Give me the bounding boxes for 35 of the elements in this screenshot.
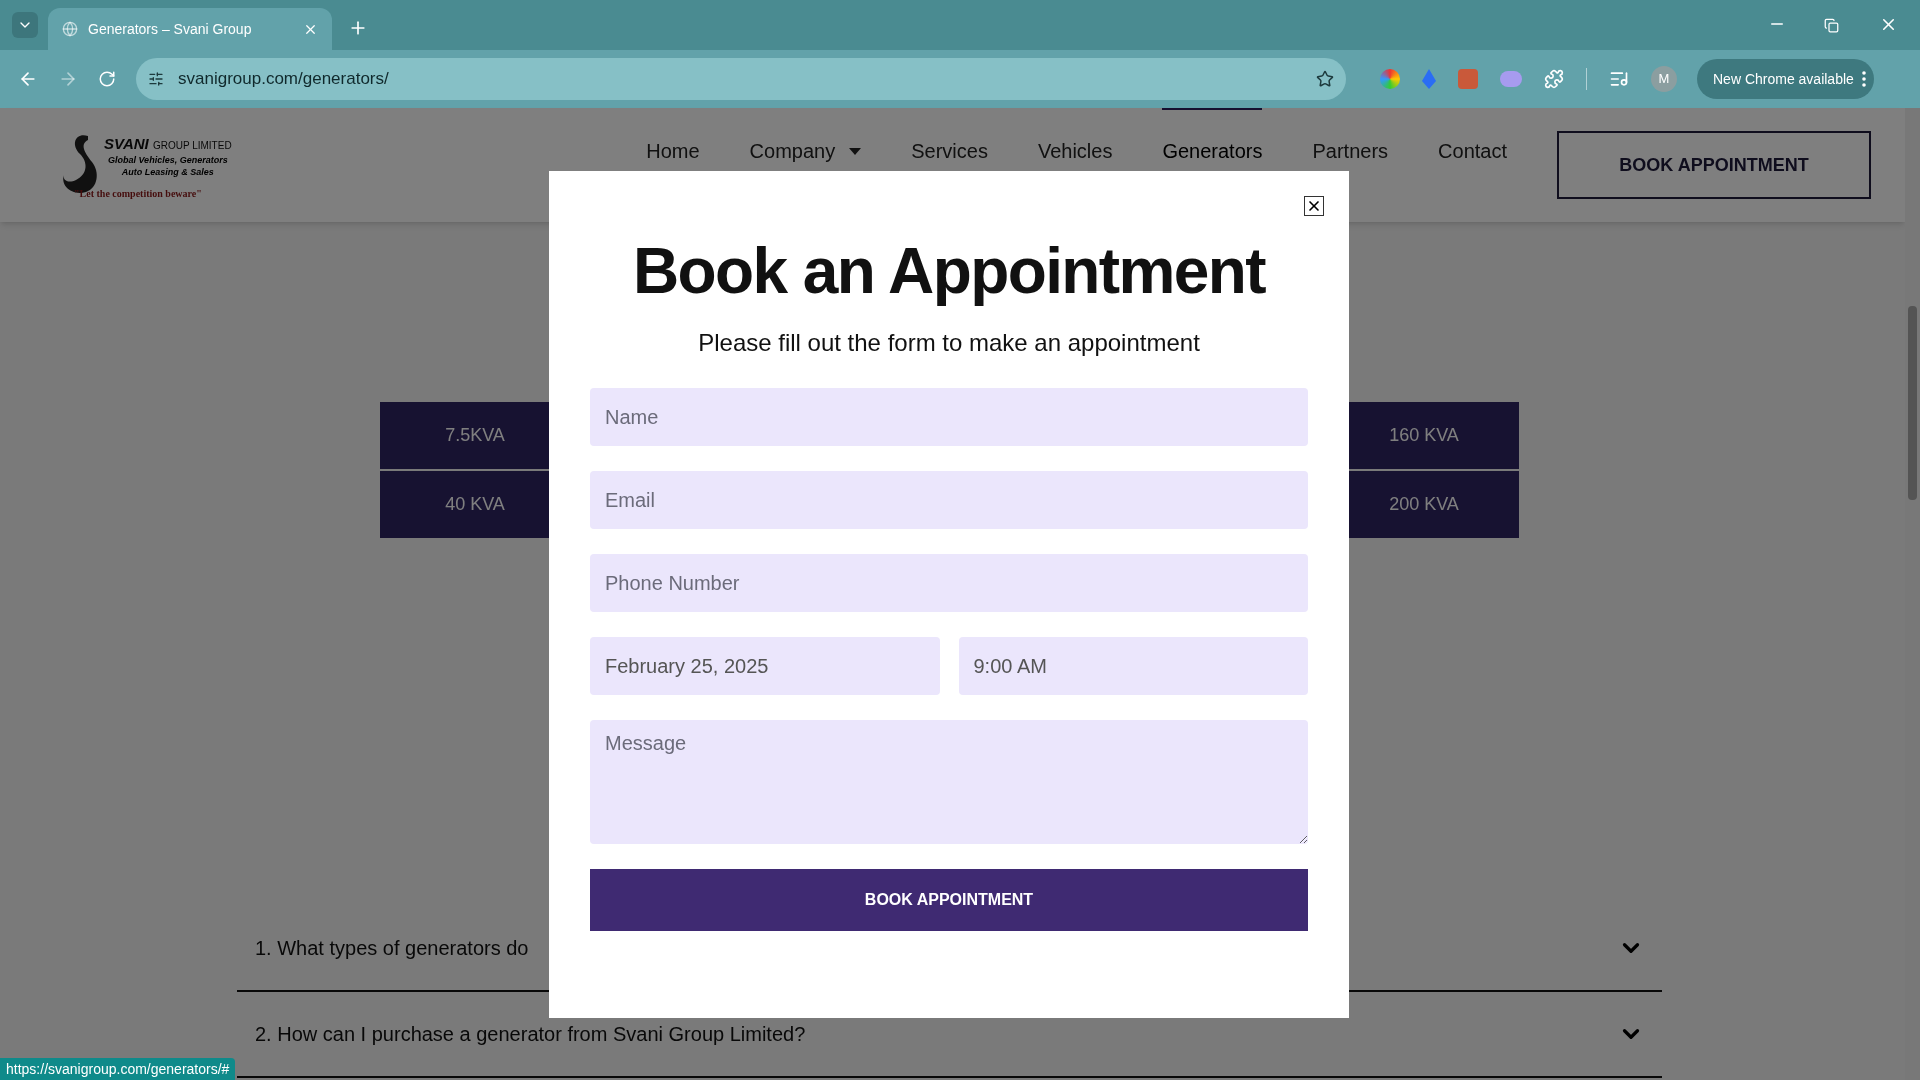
restore-icon[interactable]: [1824, 18, 1839, 33]
input-field[interactable]: Email: [590, 471, 1308, 529]
book-appointment-button[interactable]: BOOK APPOINTMENT: [1557, 131, 1871, 199]
submit-button[interactable]: BOOK APPOINTMENT: [590, 869, 1308, 931]
media-control-icon[interactable]: [1609, 69, 1629, 89]
message-field[interactable]: Message: [590, 720, 1308, 844]
reload-icon[interactable]: [98, 70, 116, 88]
more-icon: [1861, 71, 1866, 87]
extension-icon[interactable]: [1380, 69, 1400, 89]
close-button[interactable]: [1304, 196, 1324, 216]
faq-question[interactable]: 1. What types of generators do: [255, 933, 529, 963]
logo-text: SVANI GROUP LIMITED: [104, 135, 232, 154]
time-field[interactable]: 9:00 AM: [958, 637, 1308, 695]
modal-title: Book an Appointment: [632, 234, 1266, 309]
extension-icon[interactable]: [1422, 69, 1436, 89]
profile-avatar[interactable]: M: [1651, 66, 1677, 92]
close-icon: [1306, 198, 1322, 214]
status-url: https://svanigroup.com/generators/#: [0, 1058, 236, 1080]
input-field[interactable]: Name: [590, 388, 1308, 446]
browser-tab[interactable]: Generators – Svani Group: [48, 8, 332, 50]
extensions-icon[interactable]: [1544, 69, 1564, 89]
nav-link[interactable]: Company: [749, 108, 862, 222]
site-settings-icon: [148, 71, 164, 87]
bookmark-star-icon[interactable]: [1316, 70, 1334, 88]
logo-subtitle: Global Vehicles, Generators: [106, 153, 229, 166]
site-icon: [62, 21, 78, 37]
nav-link[interactable]: Contact: [1438, 108, 1507, 222]
logo-subtitle: Auto Leasing & Sales: [120, 165, 215, 178]
date-field[interactable]: February 25, 2025: [590, 637, 940, 695]
modal-subtitle: Please fill out the form to make an appointment: [698, 328, 1200, 358]
update-chrome-button[interactable]: New Chrome available: [1697, 59, 1874, 99]
tab-search-button[interactable]: [12, 12, 38, 38]
input-field[interactable]: Phone Number: [590, 554, 1308, 612]
address-bar[interactable]: svanigroup.com/generators/: [136, 58, 1346, 100]
faq-question[interactable]: 2. How can I purchase a generator from Svani Group Limited?: [255, 1019, 806, 1049]
